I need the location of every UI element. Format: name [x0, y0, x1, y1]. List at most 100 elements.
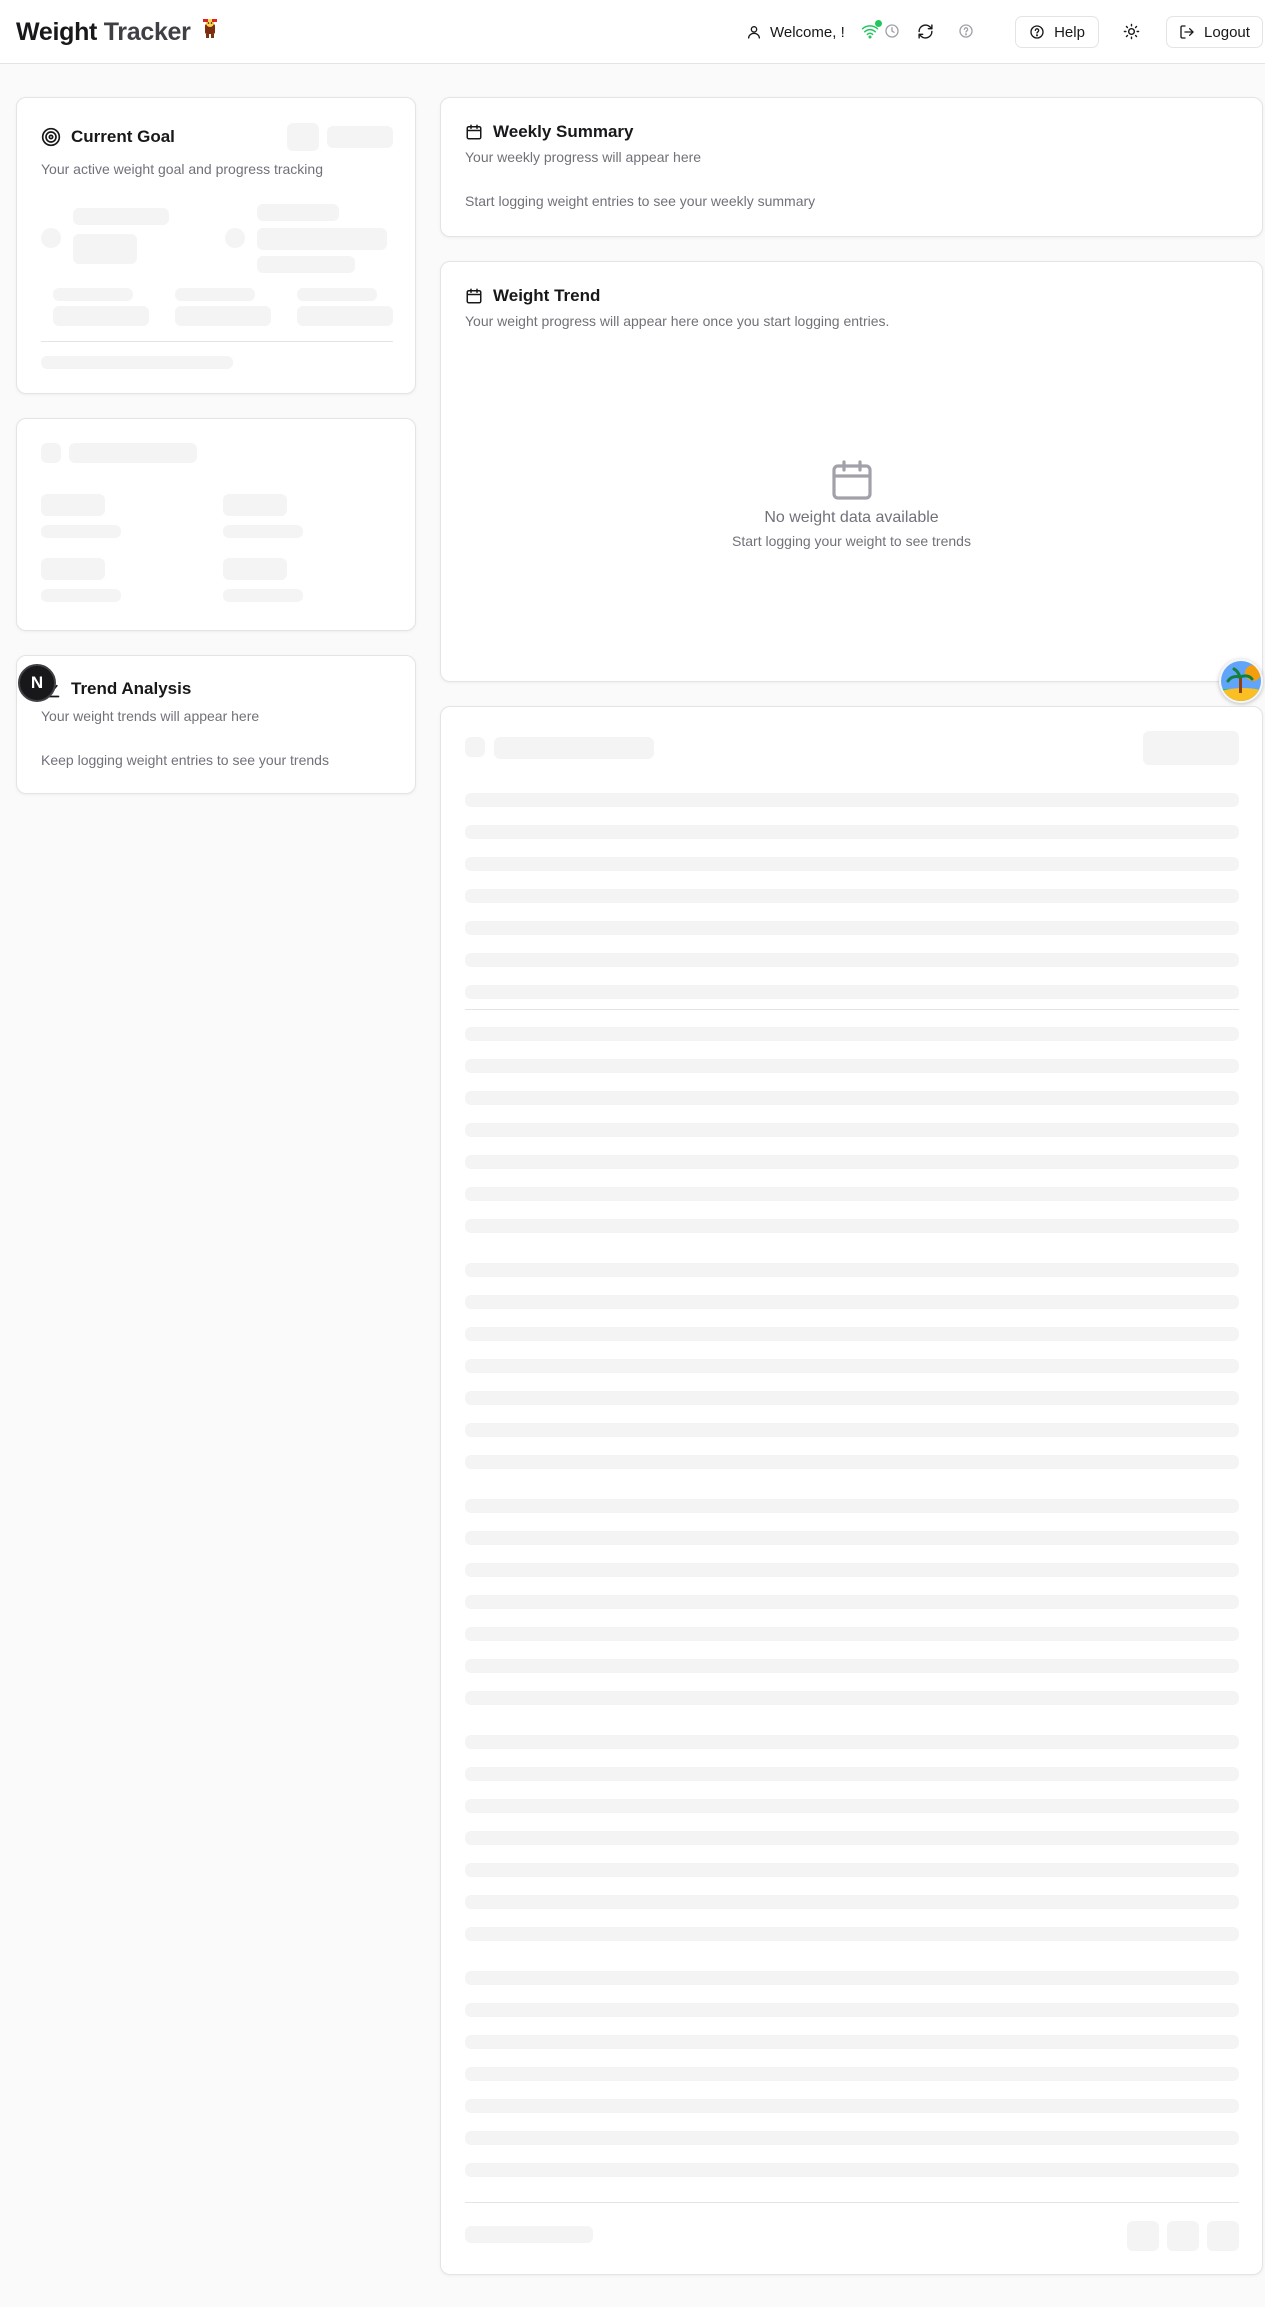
- skeleton-block: [41, 494, 105, 516]
- current-goal-title: Current Goal: [71, 127, 175, 146]
- weight-trend-empty-state: No weight data available Start logging y…: [441, 456, 1262, 549]
- skeleton-row: [465, 825, 1239, 839]
- weight-trend-header: Weight Trend: [465, 286, 600, 306]
- clock-icon: [885, 24, 899, 38]
- skeleton-row: [465, 1863, 1239, 1877]
- skeleton-block: [257, 256, 355, 273]
- skeleton-row: [465, 1423, 1239, 1437]
- skeleton-block: [223, 589, 303, 602]
- skeleton-block: [53, 288, 133, 301]
- calendar-icon: [831, 460, 872, 500]
- weight-trend-description: Your weight progress will appear here on…: [465, 313, 890, 329]
- skeleton-block: [1167, 2221, 1199, 2251]
- refresh-button[interactable]: [913, 19, 937, 43]
- empty-state-subtitle: Start logging your weight to see trends: [732, 533, 971, 549]
- skeleton-row: [465, 1767, 1239, 1781]
- skeleton-block: [41, 525, 121, 538]
- badge-letter: N: [30, 673, 44, 692]
- skeleton-row: [465, 953, 1239, 967]
- skeleton-block: [257, 228, 387, 250]
- weekly-summary-title: Weekly Summary: [493, 122, 634, 141]
- skeleton-block: [1207, 2221, 1239, 2251]
- current-goal-card: Current Goal Your active weight goal and…: [16, 97, 416, 394]
- skeleton-block: [41, 356, 233, 369]
- skeleton-row: [465, 1735, 1239, 1749]
- skeleton-row: [465, 1059, 1239, 1073]
- weekly-summary-description: Your weekly progress will appear here: [465, 149, 702, 165]
- help-label: Help: [1054, 23, 1085, 41]
- app-title-part1: Weight: [16, 18, 98, 46]
- app-title[interactable]: Weight Tracker: [16, 18, 191, 47]
- last-sync[interactable]: [880, 19, 904, 43]
- skeleton-row: [465, 1155, 1239, 1169]
- skeleton-row: [465, 1327, 1239, 1341]
- current-goal-description: Your active weight goal and progress tra…: [41, 161, 323, 177]
- divider: [465, 1009, 1239, 1010]
- skeleton-row: [465, 1295, 1239, 1309]
- skeleton-circle: [41, 228, 61, 248]
- skeleton-row: [465, 1691, 1239, 1705]
- theme-toggle[interactable]: [1119, 19, 1143, 43]
- info-button[interactable]: [954, 19, 978, 43]
- calendar-icon: [466, 124, 482, 140]
- dev-tools-badge[interactable]: N: [18, 664, 56, 702]
- skeleton-row: [465, 2099, 1239, 2113]
- logout-icon: [1180, 25, 1194, 39]
- skeleton-row: [465, 1455, 1239, 1469]
- weight-trend-title: Weight Trend: [493, 286, 601, 305]
- empty-state-title: No weight data available: [764, 509, 939, 526]
- skeleton-block: [465, 2226, 593, 2243]
- help-circle-icon: [1030, 25, 1044, 39]
- skeleton-row: [465, 1123, 1239, 1137]
- skeleton-block: [1127, 2221, 1159, 2251]
- skeleton-block: [175, 306, 271, 326]
- weekly-summary-card: Weekly Summary Your weekly progress will…: [440, 97, 1263, 237]
- user-icon: [748, 26, 760, 39]
- weekly-summary-header: Weekly Summary: [465, 122, 633, 142]
- skeleton-row: [465, 2131, 1239, 2145]
- entries-loading-card: [440, 706, 1263, 2275]
- skeleton-block: [53, 306, 149, 326]
- welcome-text: Welcome, !: [770, 23, 845, 41]
- help-circle-icon: [959, 24, 973, 38]
- assistant-avatar[interactable]: [1219, 659, 1263, 703]
- skeleton-row: [465, 1027, 1239, 1041]
- skeleton-block: [223, 525, 303, 538]
- divider: [465, 2202, 1239, 2203]
- skeleton-row: [465, 889, 1239, 903]
- skeleton-row: [465, 1391, 1239, 1405]
- stats-loading-card: [16, 418, 416, 631]
- skeleton-block: [465, 737, 485, 757]
- skeleton-row: [465, 2035, 1239, 2049]
- skeleton-block: [175, 288, 255, 301]
- weight-trend-card: Weight Trend Your weight progress will a…: [440, 261, 1263, 682]
- skeleton-row: [465, 1091, 1239, 1105]
- skeleton-block: [69, 443, 197, 463]
- app-title-part2: Tracker: [103, 18, 191, 46]
- sun-icon: [1123, 23, 1139, 39]
- skeleton-row: [465, 2003, 1239, 2017]
- skeleton-row: [465, 2067, 1239, 2081]
- welcome-user: Welcome, !: [746, 21, 845, 43]
- skeleton-row: [465, 1359, 1239, 1373]
- connection-status: [858, 19, 882, 43]
- skeleton-row: [465, 1927, 1239, 1941]
- divider: [41, 341, 393, 342]
- skeleton-block: [297, 306, 393, 326]
- skeleton-row: [465, 857, 1239, 871]
- skeleton-row: [465, 985, 1239, 999]
- skeleton-block: [297, 288, 377, 301]
- logout-button[interactable]: Logout: [1166, 16, 1263, 48]
- trend-analysis-title: Trend Analysis: [71, 679, 192, 698]
- skeleton-row: [465, 1263, 1239, 1277]
- skeleton-row: [465, 1563, 1239, 1577]
- skeleton-block: [223, 494, 287, 516]
- target-icon: [41, 127, 61, 147]
- skeleton-row: [465, 2163, 1239, 2177]
- skeleton-row: [465, 921, 1239, 935]
- trend-analysis-header: Trend Analysis: [41, 679, 191, 699]
- skeleton-row: [465, 1659, 1239, 1673]
- help-button[interactable]: Help: [1015, 16, 1099, 48]
- trend-analysis-empty-text: Keep logging weight entries to see your …: [41, 752, 329, 768]
- skeleton-block: [73, 208, 169, 225]
